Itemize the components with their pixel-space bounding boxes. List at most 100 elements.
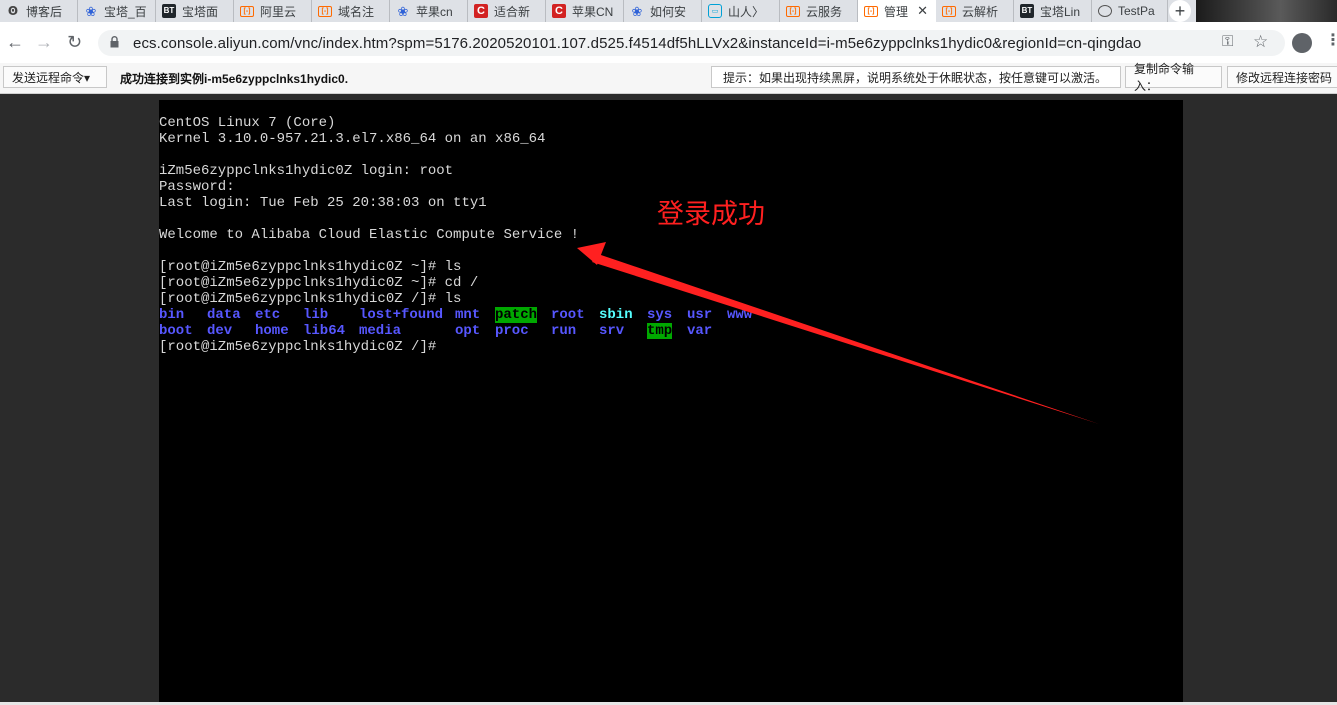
bt-icon: BT	[1020, 4, 1034, 18]
directory-entry: tmp	[647, 323, 673, 339]
aliyun-icon: [-]	[240, 5, 254, 17]
browser-tab[interactable]: [-] 域名注	[312, 0, 390, 22]
connection-status: 成功连接到实例i-m5e6zyppclnks1hydic0.	[120, 72, 349, 86]
directory-entry: sys	[647, 307, 673, 323]
csdn-icon: C	[552, 4, 566, 18]
aliyun-icon: [-]	[318, 5, 332, 17]
directory-entry: sbin	[599, 307, 633, 323]
url-text: ecs.console.aliyun.com/vnc/index.htm?spm…	[133, 35, 1142, 52]
send-remote-command-button[interactable]: 发送远程命令▾	[3, 66, 107, 88]
tab-label: 山人〉	[728, 4, 765, 19]
browser-tab[interactable]: ❀ 宝塔_百	[78, 0, 156, 22]
profile-avatar-icon[interactable]	[1292, 33, 1312, 53]
bilibili-tv-icon: ▭	[708, 4, 722, 18]
address-bar[interactable]: ecs.console.aliyun.com/vnc/index.htm?spm…	[98, 30, 1285, 56]
tab-label: 阿里云	[260, 4, 297, 19]
globe-icon	[1098, 5, 1112, 17]
browser-tab[interactable]: ▭ 山人〉	[702, 0, 780, 22]
tab-label: 宝塔_百	[104, 4, 147, 19]
tab-label: 苹果CN	[572, 4, 614, 19]
tab-label: 云解析	[962, 4, 999, 19]
directory-entry: dev	[207, 323, 233, 339]
directory-entry: opt	[455, 323, 481, 339]
tab-strip: Ꙩ 博客后 ❀ 宝塔_百 BT 宝塔面 [-] 阿里云 [-] 域名注 ❀ 苹果cn C 适合新 C 苹果CN…	[0, 0, 1337, 22]
new-tab-button[interactable]: +	[1164, 0, 1196, 22]
baidu-paw-icon: ❀	[397, 3, 409, 19]
directory-entry: usr	[687, 307, 713, 323]
tab-label: 宝塔Lin	[1040, 4, 1081, 19]
shell-prompt: [root@iZm5e6zyppclnks1hydic0Z /]#	[159, 339, 437, 355]
change-remote-password-button[interactable]: 修改远程连接密码	[1227, 66, 1337, 88]
tab-label: TestPa	[1118, 4, 1155, 18]
directory-entry: mnt	[455, 307, 481, 323]
window-caption-area	[1196, 0, 1337, 22]
tab-label: 如何安	[650, 4, 687, 19]
browser-tab[interactable]: BT 宝塔面	[156, 0, 234, 22]
browser-tab[interactable]: Ꙩ 博客后	[0, 0, 78, 22]
directory-entry: lost+found	[359, 307, 444, 323]
directory-entry: boot	[159, 323, 193, 339]
blog-icon: Ꙩ	[7, 4, 19, 18]
tab-label: 博客后	[26, 4, 63, 19]
tab-label: 宝塔面	[182, 4, 219, 19]
browser-tab[interactable]: [-] 云解析	[936, 0, 1014, 22]
vnc-terminal-screen[interactable]: CentOS Linux 7 (Core) Kernel 3.10.0-957.2…	[159, 100, 1183, 705]
close-tab-icon[interactable]: ✕	[917, 3, 928, 19]
tab-label: 管理	[884, 4, 909, 19]
directory-entry: patch	[495, 307, 538, 323]
browser-tab[interactable]: [-] 管理 ✕	[858, 0, 936, 22]
login-success-annotation: 登录成功	[657, 199, 765, 230]
aliyun-icon: [-]	[942, 5, 956, 17]
terminal-line: Password:	[159, 179, 235, 195]
aliyun-icon: [-]	[786, 5, 800, 17]
terminal-line: Kernel 3.10.0-957.21.3.el7.x86_64 on an …	[159, 131, 546, 147]
terminal-line: CentOS Linux 7 (Core)	[159, 115, 336, 131]
terminal-line: [root@iZm5e6zyppclnks1hydic0Z /]# ls	[159, 291, 462, 307]
browser-tab[interactable]: ❀ 如何安	[624, 0, 702, 22]
directory-entry: data	[207, 307, 241, 323]
browser-tab[interactable]: [-] 阿里云	[234, 0, 312, 22]
directory-entry: lib64	[303, 323, 346, 339]
csdn-icon: C	[474, 4, 488, 18]
directory-entry: run	[551, 323, 577, 339]
terminal-line: [root@iZm5e6zyppclnks1hydic0Z ~]# cd /	[159, 275, 479, 291]
tab-label: 云服务	[806, 4, 843, 19]
directory-entry: media	[359, 323, 402, 339]
baidu-paw-icon: ❀	[631, 3, 643, 19]
bt-icon: BT	[162, 4, 176, 18]
directory-entry: lib	[303, 307, 329, 323]
directory-entry: www	[727, 307, 753, 323]
browser-tab[interactable]: TestPa	[1092, 0, 1168, 22]
directory-entry: proc	[495, 323, 529, 339]
back-arrow-icon[interactable]: ←	[6, 32, 24, 53]
browser-tab[interactable]: [-] 云服务	[780, 0, 858, 22]
browser-tab[interactable]: ❀ 苹果cn	[390, 0, 468, 22]
browser-tab[interactable]: C 苹果CN	[546, 0, 624, 22]
plus-icon: +	[1169, 0, 1191, 22]
vnc-toolbar: 发送远程命令▾ 成功连接到实例i-m5e6zyppclnks1hydic0. 提…	[0, 62, 1337, 94]
key-icon[interactable]: ⚿	[1222, 33, 1233, 50]
directory-entry: srv	[599, 323, 625, 339]
hint-message: 提示：如果出现持续黑屏，说明系统处于休眠状态，按任意键可以激活。	[711, 66, 1121, 88]
copy-command-input-button[interactable]: 复制命令输入：	[1125, 62, 1222, 93]
bookmark-star-icon[interactable]: ☆	[1253, 32, 1268, 52]
directory-entry: etc	[255, 307, 281, 323]
browser-tab[interactable]: C 适合新	[468, 0, 546, 22]
directory-entry: bin	[159, 307, 185, 323]
baidu-paw-icon: ❀	[85, 3, 97, 19]
tab-label: 苹果cn	[416, 4, 453, 19]
browser-menu-icon[interactable]: ⋮	[1325, 30, 1337, 50]
directory-entry: root	[551, 307, 585, 323]
terminal-line: iZm5e6zyppclnks1hydic0Z login: root	[159, 163, 454, 179]
terminal-line: [root@iZm5e6zyppclnks1hydic0Z ~]# ls	[159, 259, 462, 275]
aliyun-icon: [-]	[864, 5, 878, 17]
terminal-line: Welcome to Alibaba Cloud Elastic Compute…	[159, 227, 580, 243]
forward-arrow-icon[interactable]: →	[35, 32, 53, 53]
terminal-line: Last login: Tue Feb 25 20:38:03 on tty1	[159, 195, 487, 211]
browser-toolbar: ← → ↻ ecs.console.aliyun.com/vnc/index.h…	[0, 22, 1337, 63]
directory-entry: home	[255, 323, 289, 339]
reload-icon[interactable]: ↻	[67, 32, 82, 53]
tab-label: 适合新	[494, 4, 531, 19]
directory-entry: var	[687, 323, 713, 339]
browser-tab[interactable]: BT 宝塔Lin	[1014, 0, 1092, 22]
